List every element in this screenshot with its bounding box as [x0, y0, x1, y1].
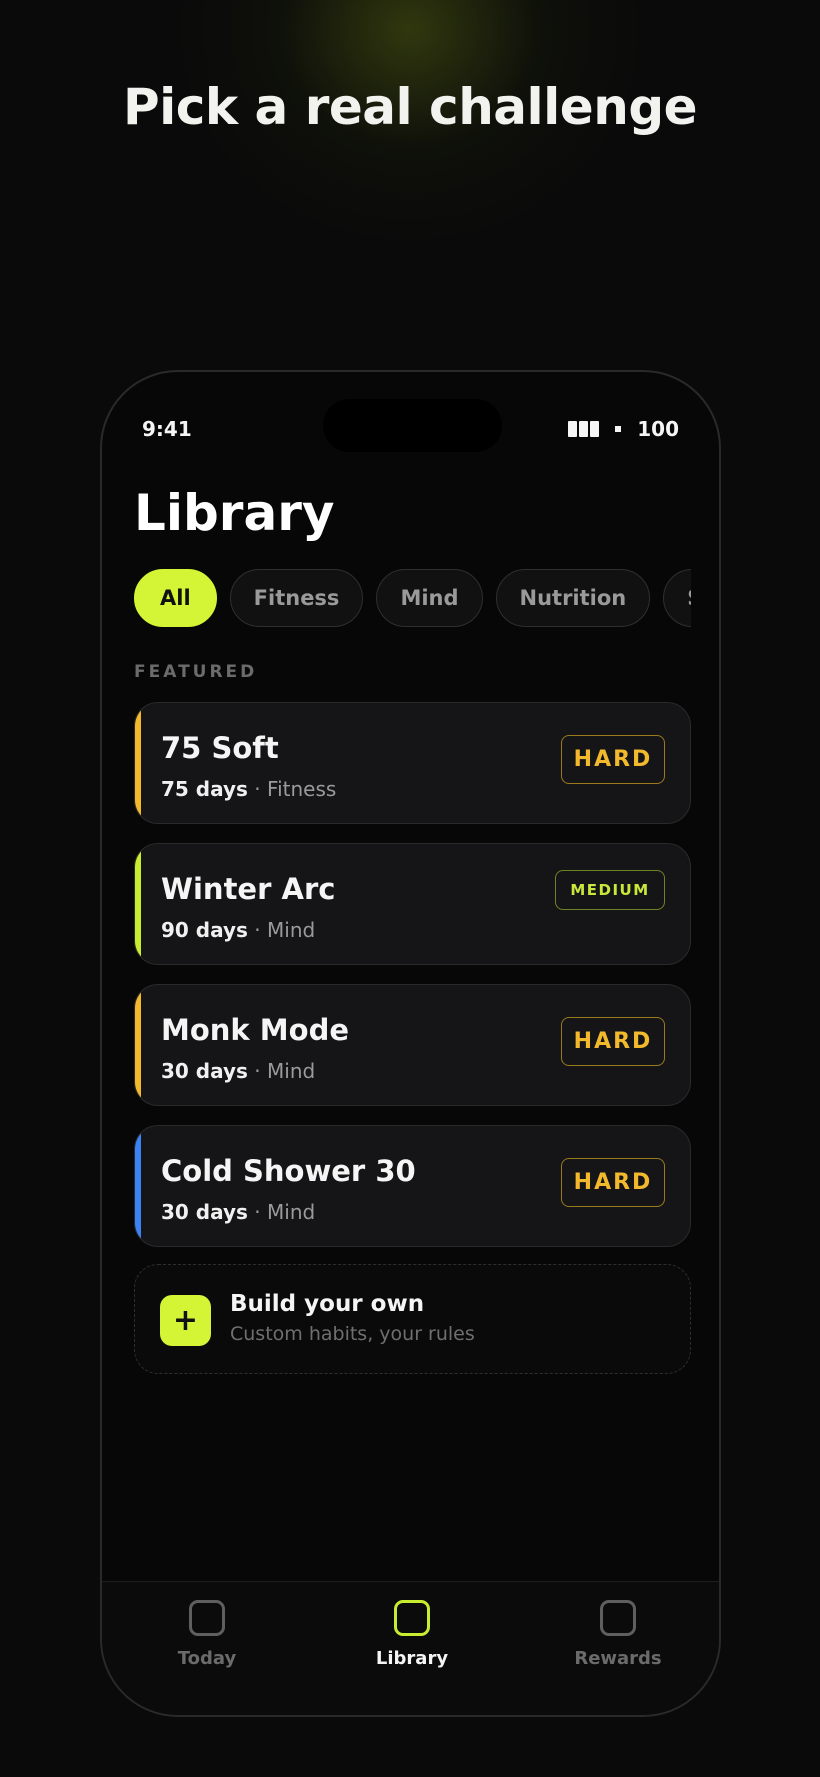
challenge-days: 30 days: [161, 1059, 248, 1083]
tab-today[interactable]: Today: [127, 1600, 287, 1669]
build-your-own-title: Build your own: [230, 1291, 425, 1317]
challenge-meta: 90 days · Mind: [161, 918, 316, 942]
rewards-icon: [600, 1600, 636, 1636]
today-icon: [189, 1600, 225, 1636]
challenge-meta: 30 days · Mind: [161, 1200, 316, 1224]
background-glow: [0, 0, 820, 420]
tab-rewards[interactable]: Rewards: [538, 1600, 698, 1669]
library-icon: [394, 1600, 430, 1636]
phone-frame: 9:41 100 Library All Fitness Mind Nutrit…: [100, 370, 721, 1717]
challenge-name: 75 Soft: [161, 731, 279, 765]
plus-icon: +: [160, 1295, 211, 1346]
card-accent-bar: [135, 985, 141, 1105]
card-accent-bar: [135, 844, 141, 964]
filter-chips: All Fitness Mind Nutrition Sleep: [134, 569, 691, 629]
difficulty-badge: HARD: [561, 735, 665, 784]
build-your-own-subtitle: Custom habits, your rules: [230, 1323, 475, 1345]
dynamic-island: [323, 399, 502, 452]
signal-icon: [568, 421, 600, 437]
challenge-name: Winter Arc: [161, 872, 336, 906]
challenge-category: Mind: [267, 1200, 316, 1224]
challenge-meta: 30 days · Mind: [161, 1059, 316, 1083]
card-accent-bar: [135, 703, 141, 823]
difficulty-badge: MEDIUM: [555, 870, 665, 910]
page-title: Library: [134, 484, 335, 542]
filter-chip-nutrition[interactable]: Nutrition: [495, 569, 651, 627]
filter-chip-fitness[interactable]: Fitness: [229, 569, 364, 627]
challenge-name: Cold Shower 30: [161, 1154, 416, 1188]
filter-chip-sleep[interactable]: Sleep: [663, 569, 691, 627]
challenge-list: 75 Soft 75 days · Fitness HARD Winter Ar…: [134, 702, 691, 1266]
wifi-icon: [615, 426, 622, 432]
battery-level: 100: [637, 417, 679, 441]
challenge-days: 90 days: [161, 918, 248, 942]
difficulty-badge: HARD: [561, 1017, 665, 1066]
challenge-category: Mind: [267, 1059, 316, 1083]
status-time: 9:41: [142, 417, 192, 441]
section-label: FEATURED: [134, 662, 258, 682]
challenge-days: 75 days: [161, 777, 248, 801]
challenge-card[interactable]: 75 Soft 75 days · Fitness HARD: [134, 702, 691, 824]
challenge-card[interactable]: Cold Shower 30 30 days · Mind HARD: [134, 1125, 691, 1247]
filter-chip-mind[interactable]: Mind: [376, 569, 483, 627]
challenge-days: 30 days: [161, 1200, 248, 1224]
tab-label: Rewards: [574, 1648, 662, 1669]
challenge-card[interactable]: Monk Mode 30 days · Mind HARD: [134, 984, 691, 1106]
challenge-meta: 75 days · Fitness: [161, 777, 337, 801]
marketing-headline: Pick a real challenge: [122, 78, 698, 136]
tab-library[interactable]: Library: [332, 1600, 492, 1669]
difficulty-badge: HARD: [561, 1158, 665, 1207]
challenge-category: Mind: [267, 918, 316, 942]
status-indicators: 100: [568, 417, 679, 441]
challenge-category: Fitness: [267, 777, 337, 801]
challenge-name: Monk Mode: [161, 1013, 350, 1047]
card-accent-bar: [135, 1126, 141, 1246]
tab-label: Library: [375, 1648, 449, 1669]
filter-chip-all[interactable]: All: [134, 569, 217, 627]
tab-bar: Today Library Rewards: [102, 1581, 719, 1715]
challenge-card[interactable]: Winter Arc 90 days · Mind MEDIUM: [134, 843, 691, 965]
tab-label: Today: [177, 1648, 237, 1669]
build-your-own-card[interactable]: + Build your own Custom habits, your rul…: [134, 1264, 691, 1374]
